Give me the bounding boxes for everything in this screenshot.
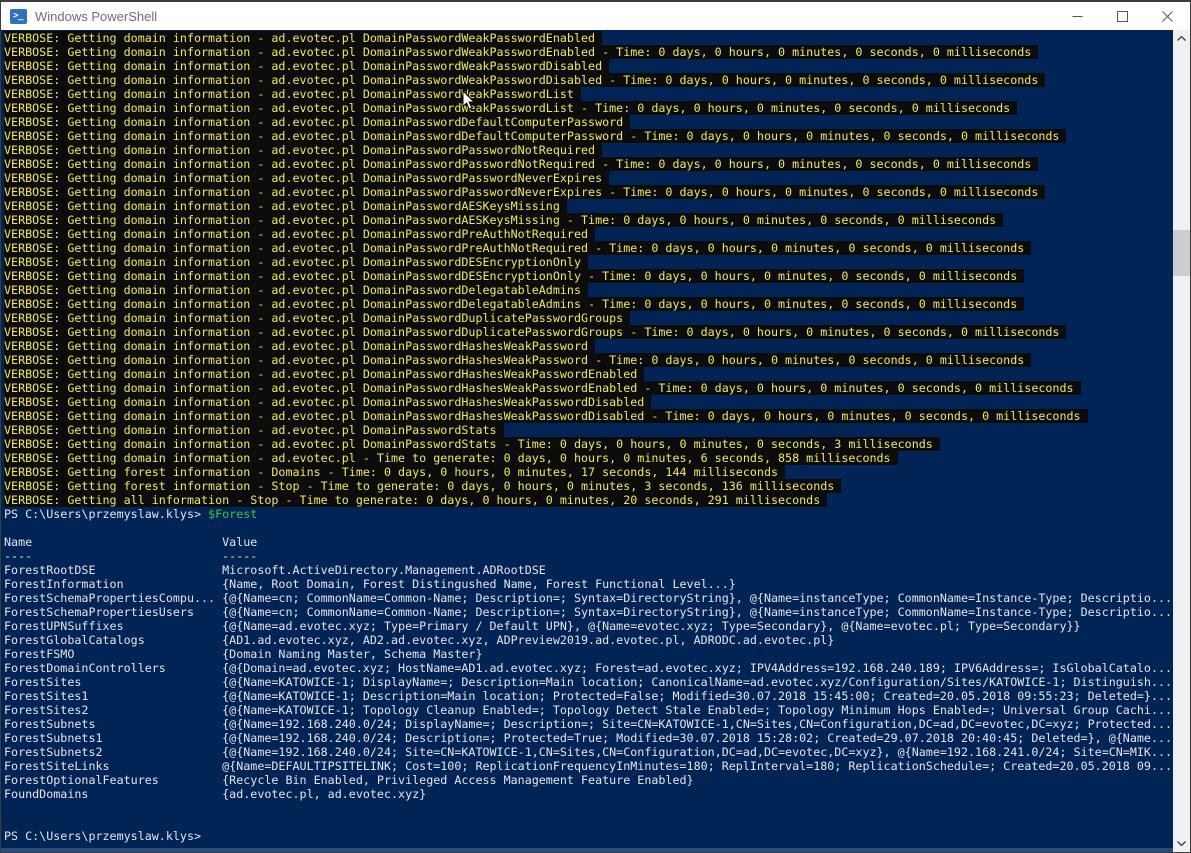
- verbose-line: VERBOSE: Getting domain information - ad…: [4, 437, 1173, 451]
- table-row: FoundDomains {ad.evotec.pl, ad.evotec.xy…: [4, 787, 1173, 801]
- verbose-line: VERBOSE: Getting domain information - ad…: [4, 423, 1173, 437]
- scroll-down-arrow-icon[interactable]: [1173, 835, 1190, 852]
- powershell-icon[interactable]: >_: [10, 9, 27, 24]
- maximize-button[interactable]: [1100, 2, 1145, 30]
- verbose-line: VERBOSE: Getting domain information - ad…: [4, 353, 1173, 367]
- table-row: ForestSubnets {@{Name=192.168.240.0/24; …: [4, 717, 1173, 731]
- table-row: ForestSites1 {@{Name=KATOWICE-1; Descrip…: [4, 689, 1173, 703]
- table-row: ForestSiteLinks @{Name=DEFAULTIPSITELINK…: [4, 759, 1173, 773]
- verbose-line: VERBOSE: Getting domain information - ad…: [4, 213, 1173, 227]
- window-bottom-edge: [1, 848, 1173, 852]
- prompt-line: PS C:\Users\przemyslaw.klys>: [4, 829, 1173, 843]
- minimize-icon: [1072, 11, 1083, 22]
- table-row: ForestSites {@{Name=KATOWICE-1; DisplayN…: [4, 675, 1173, 689]
- table-header-underline: ---- -----: [4, 549, 1173, 563]
- table-row: ForestSchemaPropertiesUsers {@{Name=cn; …: [4, 605, 1173, 619]
- blank-line: [4, 801, 1173, 815]
- verbose-line: VERBOSE: Getting domain information - ad…: [4, 115, 1173, 129]
- verbose-line: VERBOSE: Getting domain information - ad…: [4, 325, 1173, 339]
- verbose-line: VERBOSE: Getting domain information - ad…: [4, 227, 1173, 241]
- verbose-line: VERBOSE: Getting forest information - St…: [4, 479, 1173, 493]
- verbose-line: VERBOSE: Getting domain information - ad…: [4, 157, 1173, 171]
- verbose-line: VERBOSE: Getting domain information - ad…: [4, 129, 1173, 143]
- title-bar: >_ Windows PowerShell: [1, 2, 1190, 30]
- vertical-scrollbar[interactable]: [1173, 30, 1190, 852]
- scrollbar-thumb[interactable]: [1173, 230, 1190, 276]
- verbose-line: VERBOSE: Getting forest information - Do…: [4, 465, 1173, 479]
- verbose-line: VERBOSE: Getting all information - Stop …: [4, 493, 1173, 507]
- table-row: ForestSites2 {@{Name=KATOWICE-1; Topolog…: [4, 703, 1173, 717]
- table-header: Name Value: [4, 535, 1173, 549]
- verbose-line: VERBOSE: Getting domain information - ad…: [4, 171, 1173, 185]
- table-row: ForestSubnets1 {@{Name=192.168.240.0/24;…: [4, 731, 1173, 745]
- verbose-line: VERBOSE: Getting domain information - ad…: [4, 255, 1173, 269]
- table-row: ForestInformation {Name, Root Domain, Fo…: [4, 577, 1173, 591]
- verbose-line: VERBOSE: Getting domain information - ad…: [4, 409, 1173, 423]
- maximize-icon: [1117, 11, 1128, 22]
- verbose-line: VERBOSE: Getting domain information - ad…: [4, 311, 1173, 325]
- console-output[interactable]: VERBOSE: Getting domain information - ad…: [1, 30, 1190, 852]
- close-icon: [1162, 11, 1173, 22]
- table-row: ForestRootDSE Microsoft.ActiveDirectory.…: [4, 563, 1173, 577]
- verbose-line: VERBOSE: Getting domain information - ad…: [4, 87, 1173, 101]
- verbose-line: VERBOSE: Getting domain information - ad…: [4, 451, 1173, 465]
- verbose-line: VERBOSE: Getting domain information - ad…: [4, 283, 1173, 297]
- verbose-line: VERBOSE: Getting domain information - ad…: [4, 101, 1173, 115]
- table-row: ForestOptionalFeatures {Recycle Bin Enab…: [4, 773, 1173, 787]
- verbose-line: VERBOSE: Getting domain information - ad…: [4, 73, 1173, 87]
- verbose-line: VERBOSE: Getting domain information - ad…: [4, 45, 1173, 59]
- verbose-line: VERBOSE: Getting domain information - ad…: [4, 395, 1173, 409]
- verbose-line: VERBOSE: Getting domain information - ad…: [4, 241, 1173, 255]
- verbose-line: VERBOSE: Getting domain information - ad…: [4, 185, 1173, 199]
- verbose-line: VERBOSE: Getting domain information - ad…: [4, 31, 1173, 45]
- verbose-line: VERBOSE: Getting domain information - ad…: [4, 199, 1173, 213]
- prompt-line: PS C:\Users\przemyslaw.klys> $Forest: [4, 507, 1173, 521]
- blank-line: [4, 815, 1173, 829]
- table-row: ForestFSMO {Domain Naming Master, Schema…: [4, 647, 1173, 661]
- table-row: ForestSubnets2 {@{Name=192.168.240.0/24;…: [4, 745, 1173, 759]
- table-row: ForestGlobalCatalogs {AD1.ad.evotec.xyz,…: [4, 633, 1173, 647]
- verbose-line: VERBOSE: Getting domain information - ad…: [4, 143, 1173, 157]
- table-row: ForestSchemaPropertiesCompu... {@{Name=c…: [4, 591, 1173, 605]
- verbose-line: VERBOSE: Getting domain information - ad…: [4, 297, 1173, 311]
- verbose-line: VERBOSE: Getting domain information - ad…: [4, 381, 1173, 395]
- minimize-button[interactable]: [1055, 2, 1100, 30]
- verbose-line: VERBOSE: Getting domain information - ad…: [4, 367, 1173, 381]
- table-row: ForestDomainControllers {@{Domain=ad.evo…: [4, 661, 1173, 675]
- close-button[interactable]: [1145, 2, 1190, 30]
- blank-line: [4, 521, 1173, 535]
- verbose-line: VERBOSE: Getting domain information - ad…: [4, 59, 1173, 73]
- table-row: ForestUPNSuffixes {@{Name=ad.evotec.xyz;…: [4, 619, 1173, 633]
- window-title: Windows PowerShell: [35, 9, 1055, 24]
- scroll-up-arrow-icon[interactable]: [1173, 30, 1190, 47]
- verbose-line: VERBOSE: Getting domain information - ad…: [4, 339, 1173, 353]
- verbose-line: VERBOSE: Getting domain information - ad…: [4, 269, 1173, 283]
- powershell-window: >_ Windows PowerShell VERBOSE: Getting d…: [0, 0, 1191, 853]
